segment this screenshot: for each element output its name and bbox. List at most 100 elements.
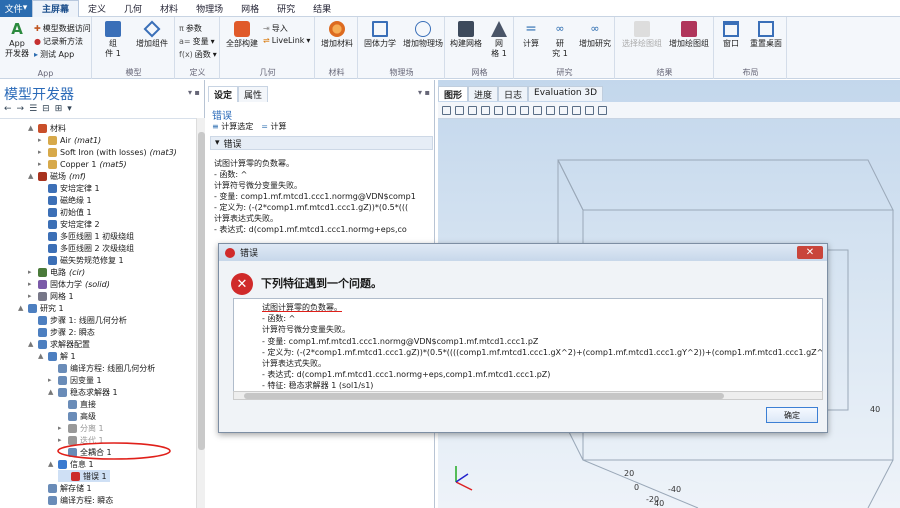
menu-tab[interactable]: 几何 xyxy=(115,0,151,17)
tree-node[interactable]: ▸ 电路 (cir) xyxy=(28,266,85,278)
zoom-extents-icon[interactable] xyxy=(481,105,490,115)
dialog-scrollbar-thumb[interactable] xyxy=(244,393,724,399)
tree-toggle-icon[interactable]: ▸ xyxy=(48,376,55,384)
print-icon[interactable] xyxy=(598,105,607,115)
tab-settings[interactable]: 设定 xyxy=(208,86,239,102)
tree-node[interactable]: 步骤 1: 线圈几何分析 xyxy=(28,314,127,326)
tree-node[interactable]: ▸ Soft Iron (with losses) (mat3) xyxy=(38,146,177,158)
error-section-header[interactable]: ▾ 错误 xyxy=(210,136,433,150)
tree-toggle-icon[interactable]: ▸ xyxy=(28,280,35,288)
app-builder-button[interactable]: A App 开发器 xyxy=(3,21,31,59)
tree-node[interactable]: 磁绝缘 1 xyxy=(38,194,92,206)
study1-button[interactable]: ∞ 研 究 1 xyxy=(547,21,573,59)
menu-tab[interactable]: 研究 xyxy=(268,0,304,17)
tree-toggle-icon[interactable]: ▸ xyxy=(38,148,45,156)
tree-node[interactable]: ▸ 分离 1 xyxy=(58,422,104,434)
tree-node[interactable]: ▲ 材料 xyxy=(28,122,66,134)
dialog-close-button[interactable]: ✕ xyxy=(797,246,823,259)
show-icon[interactable]: ☰ xyxy=(29,104,37,116)
compute-settings-button[interactable]: = 计算 xyxy=(261,121,286,132)
tree-node[interactable]: ▲ 解 1 xyxy=(38,350,76,362)
component-button[interactable]: 组 件 1 xyxy=(97,21,129,59)
tree-node[interactable]: ▸ 网格 1 xyxy=(28,290,74,302)
ok-button[interactable]: 确定 xyxy=(766,407,818,423)
tree-node[interactable]: 编译方程: 瞬态 xyxy=(38,494,113,506)
tree-node[interactable]: ▸ 固体力学 (solid) xyxy=(28,278,110,290)
forward-arrow-icon[interactable]: → xyxy=(17,104,25,116)
tree-toggle-icon[interactable]: ▸ xyxy=(28,292,35,300)
tree-node[interactable]: 高级 xyxy=(58,410,96,422)
tree-node[interactable]: 安培定律 1 xyxy=(38,182,100,194)
tree-node[interactable]: ▲ 研究 1 xyxy=(18,302,64,314)
select-icon[interactable] xyxy=(520,105,529,115)
settings-menu-icon[interactable]: ▾ ▪ xyxy=(418,88,430,97)
dialog-title-bar[interactable]: 错误 xyxy=(219,244,827,261)
record-method-button[interactable]: ● 记录新方法 xyxy=(34,36,83,47)
tree-node[interactable]: 步骤 2: 瞬态 xyxy=(28,326,95,338)
render-icon[interactable] xyxy=(572,105,581,115)
mesh1-button[interactable]: 网 格 1 xyxy=(486,21,512,59)
add-study-button[interactable]: ∞ 增加研究 xyxy=(575,21,615,49)
solid-mechanics-button[interactable]: 固体力学 xyxy=(361,21,399,49)
axis-icon[interactable] xyxy=(494,105,503,115)
tree-node[interactable]: ▲ 求解器配置 xyxy=(28,338,90,350)
back-arrow-icon[interactable]: ← xyxy=(4,104,12,116)
menu-tab[interactable]: 定义 xyxy=(79,0,115,17)
view-icon[interactable] xyxy=(507,105,516,115)
tree-node[interactable]: 解存储 1 xyxy=(38,482,92,494)
tree-toggle-icon[interactable]: ▲ xyxy=(18,304,25,312)
tree-toggle-icon[interactable]: ▲ xyxy=(28,124,35,132)
add-plot-group-button[interactable]: 增加绘图组 xyxy=(666,21,712,49)
tree-toggle-icon[interactable]: ▲ xyxy=(38,352,45,360)
menu-tab[interactable]: 材料 xyxy=(151,0,187,17)
zoom-box-icon[interactable] xyxy=(468,105,477,115)
import-button[interactable]: ⇥ 导入 xyxy=(263,23,288,34)
panel-menu-icon[interactable]: ▾ ▪ xyxy=(188,88,200,97)
build-all-button[interactable]: 全部构建 xyxy=(223,21,261,49)
zoom-out-icon[interactable] xyxy=(455,105,464,115)
add-material-button[interactable]: 增加材料 xyxy=(318,21,356,49)
graphics-tab[interactable]: 进度 xyxy=(468,86,499,101)
functions-button[interactable]: f(x) 函数 ▾ xyxy=(179,49,217,60)
tree-node[interactable]: 编译方程: 线圈几何分析 xyxy=(48,362,155,374)
tree-node[interactable]: ▸ Air (mat1) xyxy=(38,134,101,146)
menu-tab[interactable]: 主屏幕 xyxy=(32,0,80,17)
tree-toggle-icon[interactable]: ▸ xyxy=(38,160,45,168)
tree-node[interactable]: 错误 1 xyxy=(58,470,110,482)
dialog-horizontal-scrollbar[interactable] xyxy=(233,391,823,400)
wireframe-icon[interactable] xyxy=(559,105,568,115)
tree-toggle-icon[interactable]: ▲ xyxy=(48,388,55,396)
expand-icon[interactable]: ⊞ xyxy=(55,104,63,116)
variables-button[interactable]: a= 变量 ▾ xyxy=(179,36,215,47)
model-data-access-button[interactable]: ✚ 模型数据访问 xyxy=(34,23,91,34)
tree-toggle-icon[interactable]: ▲ xyxy=(28,172,35,180)
graphics-tab[interactable]: Evaluation 3D xyxy=(528,86,604,101)
build-mesh-button[interactable]: 构建网格 xyxy=(448,21,484,49)
tree-node[interactable]: 多匝线圈 2 次级绕组 xyxy=(38,242,134,254)
tree-node[interactable]: ▲ 稳态求解器 1 xyxy=(48,386,118,398)
reset-desktop-button[interactable]: 重置桌面 xyxy=(747,21,785,49)
menu-tab[interactable]: 物理场 xyxy=(187,0,232,17)
tree-node[interactable]: 磁矢势规范修复 1 xyxy=(38,254,124,266)
compute-button[interactable]: = 计算 xyxy=(519,21,543,49)
tree-toggle-icon[interactable]: ▸ xyxy=(38,136,45,144)
tree-node[interactable]: ▸ 因变量 1 xyxy=(48,374,102,386)
tree-scrollbar-thumb[interactable] xyxy=(198,132,205,450)
graphics-tab[interactable]: 图形 xyxy=(438,86,469,101)
transparency-icon[interactable] xyxy=(546,105,555,115)
tree-node[interactable]: ▲ 磁场 (mf) xyxy=(28,170,86,182)
tree-node[interactable]: 安培定律 2 xyxy=(38,218,100,230)
windows-button[interactable]: 窗口 xyxy=(717,21,745,49)
menu-tab[interactable]: 结果 xyxy=(304,0,340,17)
tree-node[interactable]: ▸ Copper 1 (mat5) xyxy=(38,158,127,170)
tree-node[interactable]: 直接 xyxy=(58,398,96,410)
test-app-button[interactable]: ▸ 测试 App xyxy=(34,49,74,60)
compute-selected-button[interactable]: ≡ 计算选定 xyxy=(212,121,253,132)
image-snapshot-icon[interactable] xyxy=(585,105,594,115)
tree-toggle-icon[interactable]: ▲ xyxy=(28,340,35,348)
menu-tab[interactable]: 网格 xyxy=(232,0,268,17)
file-menu-button[interactable]: 文件 ▾ xyxy=(0,0,32,17)
tab-properties[interactable]: 属性 xyxy=(238,86,269,102)
parameters-button[interactable]: π 参数 xyxy=(179,23,202,34)
scene-light-icon[interactable] xyxy=(533,105,542,115)
